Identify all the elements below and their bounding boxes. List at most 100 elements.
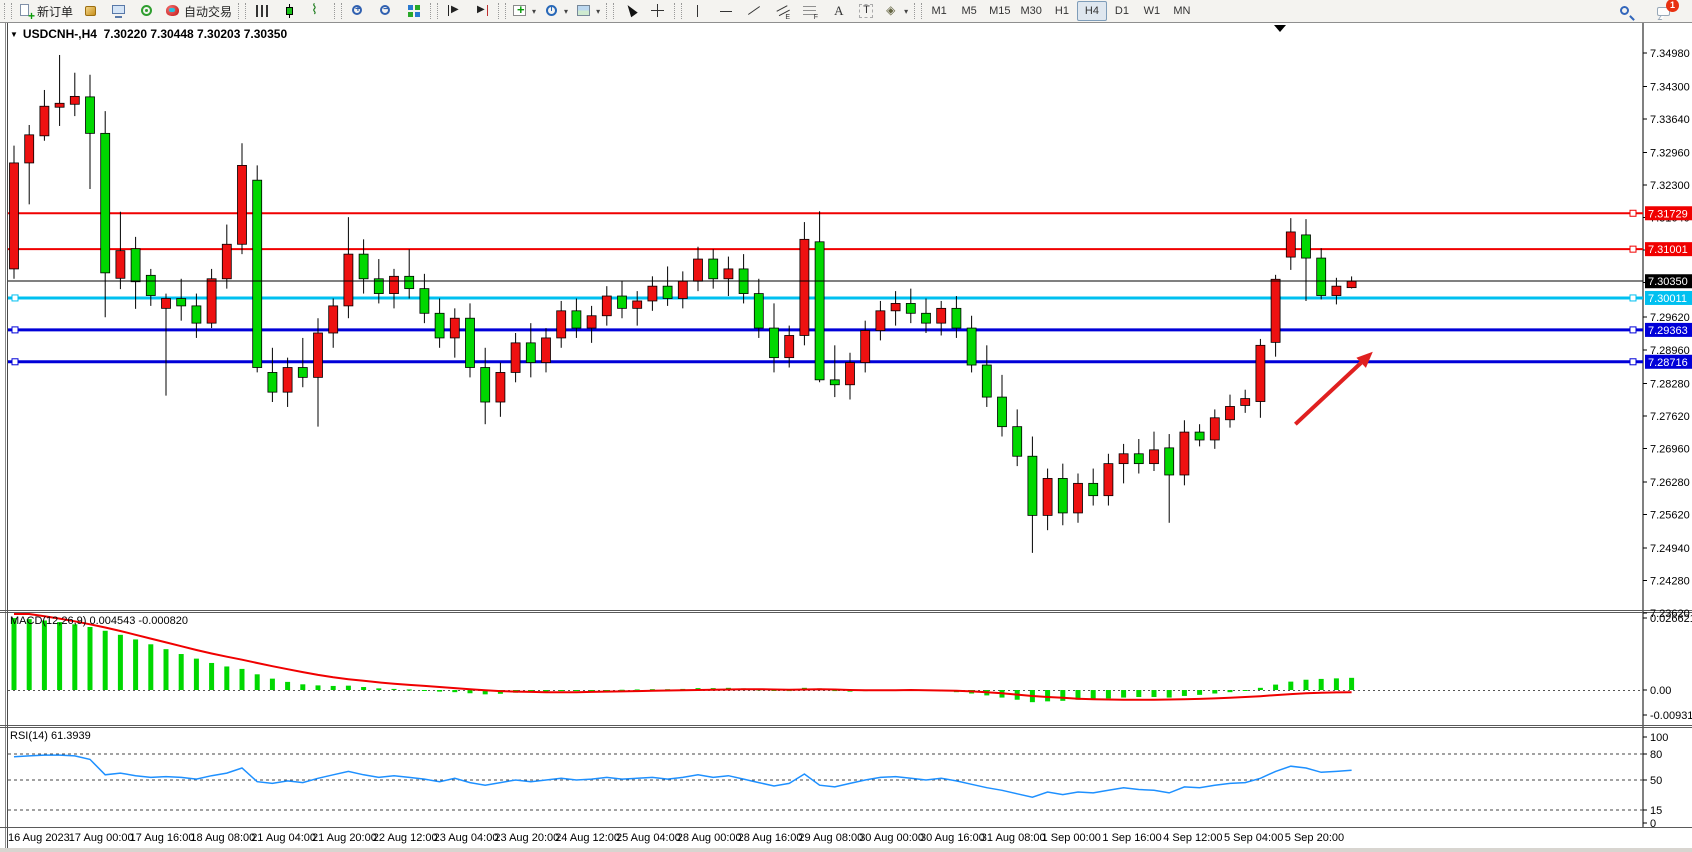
dropdown-caret-icon[interactable]: ▾ — [564, 7, 568, 16]
tf-h4[interactable]: H4 — [1077, 1, 1107, 21]
line-chart-button[interactable] — [304, 0, 332, 22]
macd-histogram-bar — [285, 682, 290, 690]
candle-up — [1180, 432, 1189, 475]
candle-up — [238, 165, 247, 244]
indicators-button[interactable]: ▾ — [508, 0, 540, 22]
time-axis[interactable]: 16 Aug 202317 Aug 00:0017 Aug 16:0018 Au… — [8, 832, 1344, 844]
toolbar-grip[interactable] — [334, 3, 342, 19]
chart-shift-marker[interactable] — [1274, 25, 1286, 32]
toolbar-grip[interactable] — [238, 3, 246, 19]
tf-h1[interactable]: H1 — [1047, 1, 1077, 21]
toolbar-grip[interactable] — [498, 3, 506, 19]
text-button[interactable] — [824, 0, 852, 22]
chat-button[interactable]: 1 — [1650, 1, 1678, 23]
macd-indicator-label: MACD(12,26,9) 0.004543 -0.000820 — [10, 615, 188, 627]
signal-icon — [139, 3, 155, 19]
tf-mn[interactable]: MN — [1167, 1, 1197, 21]
svg-text:7.28280: 7.28280 — [1650, 378, 1690, 390]
tf-m15-label: M15 — [989, 5, 1010, 17]
price-axis[interactable]: 7.349807.343007.336407.329607.323007.316… — [1643, 48, 1692, 620]
crosshair-button[interactable] — [644, 0, 672, 22]
toolbar-grip[interactable] — [914, 3, 922, 19]
macd-histogram-bar — [1334, 678, 1339, 690]
hline-icon — [718, 3, 734, 19]
bar-chart-button[interactable] — [248, 0, 276, 22]
terminal-button[interactable] — [105, 0, 133, 22]
svg-text:7.31729: 7.31729 — [1648, 208, 1688, 220]
hline-handle — [1630, 210, 1636, 216]
dropdown-caret-icon[interactable]: ▾ — [532, 7, 536, 16]
macd-histogram-bar — [1304, 680, 1309, 690]
candle-up — [1347, 281, 1356, 287]
templates-button[interactable]: ▾ — [572, 0, 604, 22]
hline-handle — [1630, 295, 1636, 301]
arrows-button[interactable]: ▾ — [880, 0, 912, 22]
new-order-button-label: 新订单 — [37, 3, 73, 20]
tf-h1-label: H1 — [1055, 5, 1069, 17]
candle-down — [146, 275, 155, 295]
label-button[interactable] — [852, 0, 880, 22]
candle-up — [1074, 483, 1083, 513]
candlestick-button[interactable] — [276, 0, 304, 22]
candle-down — [1058, 478, 1067, 513]
tf-m30[interactable]: M30 — [1016, 1, 1047, 21]
dropdown-caret-icon[interactable]: ▾ — [904, 7, 908, 16]
periods-button[interactable]: ▾ — [540, 0, 572, 22]
tf-m5[interactable]: M5 — [954, 1, 984, 21]
bars-icon — [254, 3, 270, 19]
chart-title-dropdown-icon[interactable]: ▼ — [10, 30, 18, 39]
candle-up — [390, 276, 399, 293]
zoom-in-button[interactable] — [344, 0, 372, 22]
svg-text:7.31001: 7.31001 — [1648, 244, 1688, 256]
candle-up — [1043, 478, 1052, 515]
dropdown-caret-icon[interactable]: ▾ — [596, 7, 600, 16]
macd-histogram-bar — [1167, 690, 1172, 698]
tf-m1[interactable]: M1 — [924, 1, 954, 21]
svg-text:7.34300: 7.34300 — [1650, 82, 1690, 94]
svg-text:7.29620: 7.29620 — [1650, 312, 1690, 324]
toolbar-grip[interactable] — [606, 3, 614, 19]
tile-windows-button[interactable] — [400, 0, 428, 22]
zoom-out-button[interactable] — [372, 0, 400, 22]
macd-histogram-bar — [224, 666, 229, 690]
tf-d1[interactable]: D1 — [1107, 1, 1137, 21]
search-button[interactable] — [1612, 1, 1640, 23]
toolbar-grip[interactable] — [674, 3, 682, 19]
candle-down — [1195, 432, 1204, 440]
horizontal-line-button[interactable] — [712, 0, 740, 22]
equidistant-channel-button[interactable] — [768, 0, 796, 22]
fibonacci-button[interactable] — [796, 0, 824, 22]
macd-histogram-bar — [1288, 682, 1293, 690]
macd-histogram-bar — [1045, 690, 1050, 701]
candle-up — [785, 335, 794, 357]
svg-text:29 Aug 08:00: 29 Aug 08:00 — [798, 832, 863, 844]
macd-histogram-bar — [376, 688, 381, 690]
zoom-out-icon — [378, 3, 394, 19]
candle-up — [70, 96, 79, 104]
autotrading-button[interactable]: 自动交易 — [161, 0, 236, 22]
toolbar-grip[interactable] — [4, 3, 12, 19]
hline-handle — [12, 295, 18, 301]
cursor-button[interactable] — [616, 0, 644, 22]
tf-m15[interactable]: M15 — [984, 1, 1015, 21]
toolbar-right: 1 — [1612, 1, 1678, 23]
chart-shift-button[interactable] — [468, 0, 496, 22]
candle-up — [846, 363, 855, 385]
trendline-icon — [746, 3, 762, 19]
auto-scroll-button[interactable] — [440, 0, 468, 22]
vertical-line-button[interactable] — [684, 0, 712, 22]
candle-down — [253, 180, 262, 367]
trendline-button[interactable] — [740, 0, 768, 22]
candle-down — [815, 242, 824, 380]
chart-canvas[interactable]: 7.349807.343007.336407.329607.323007.316… — [0, 0, 1692, 852]
market-depth-button[interactable] — [77, 0, 105, 22]
macd-histogram-bar — [437, 690, 442, 692]
fibo-icon — [802, 3, 818, 19]
candle-down — [982, 365, 991, 397]
new-order-button[interactable]: 新订单 — [14, 0, 77, 22]
rsi-panel: 1008050150 — [8, 732, 1668, 830]
candle-down — [618, 296, 627, 308]
tf-w1[interactable]: W1 — [1137, 1, 1167, 21]
toolbar-grip[interactable] — [430, 3, 438, 19]
signals-button[interactable] — [133, 0, 161, 22]
